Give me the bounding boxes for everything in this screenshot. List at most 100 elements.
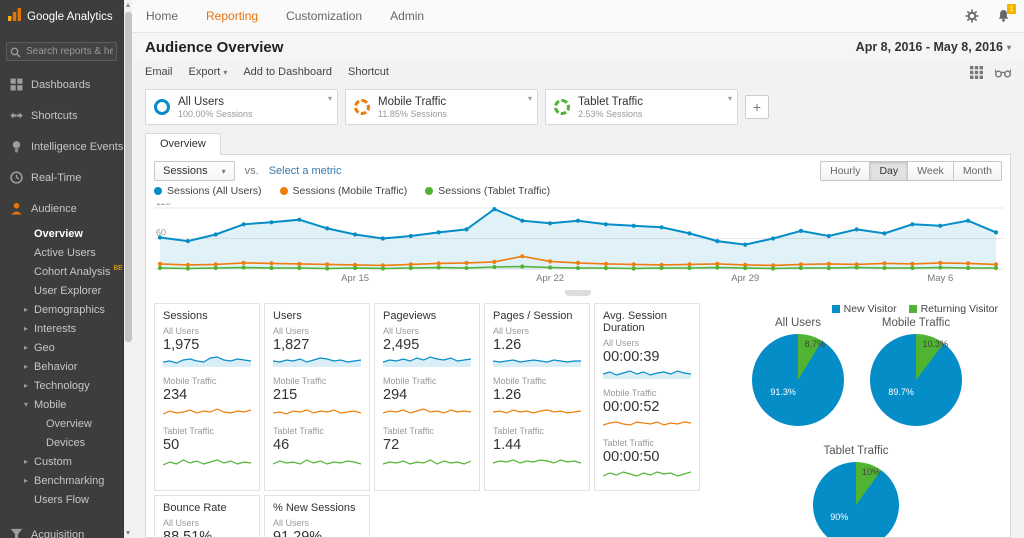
scrollbar-down-arrow-icon[interactable] — [124, 528, 133, 538]
sidebar-item-technology[interactable]: ▸ Technology — [0, 376, 123, 395]
metric-title[interactable]: Pageviews — [383, 310, 471, 322]
sidebar-item-custom[interactable]: ▸ Custom — [0, 452, 123, 471]
granularity-week[interactable]: Week — [907, 161, 954, 181]
scrollbar-thumb[interactable] — [125, 12, 132, 342]
sidebar-item-audience[interactable]: Audience — [0, 193, 123, 224]
date-range-selector[interactable]: Apr 8, 2016 - May 8, 2016 ▾ — [856, 40, 1011, 54]
sidebar-item-benchmarking[interactable]: ▸ Benchmarking — [0, 471, 123, 490]
segment-label: All Users — [163, 518, 200, 528]
sidebar-item-overview[interactable]: Overview — [0, 414, 123, 433]
segment-card-all-users[interactable]: All Users 100.00% Sessions ▾ — [145, 89, 338, 125]
legend-label: Sessions (Mobile Traffic) — [292, 185, 408, 197]
sidebar-item-mobile[interactable]: ▾ Mobile — [0, 395, 123, 414]
chart-resize-handle[interactable] — [565, 290, 591, 296]
granularity-month[interactable]: Month — [952, 161, 1002, 181]
pie-legend-label: New Visitor — [843, 303, 897, 315]
nav-customization[interactable]: Customization — [286, 9, 362, 23]
chevron-down-icon[interactable]: ▾ — [728, 94, 732, 103]
metric-title[interactable]: Sessions — [163, 310, 251, 322]
segment-card-tablet-traffic[interactable]: Tablet Traffic 2.53% Sessions ▾ — [545, 89, 738, 125]
nav-home[interactable]: Home — [146, 9, 178, 23]
segment-text: Tablet Traffic 2.53% Sessions — [578, 96, 643, 119]
report-action-bar: Email Export ▾ Add to Dashboard Shortcut — [132, 61, 1024, 83]
sidebar-item-label: Dashboards — [31, 78, 91, 91]
metric-title[interactable]: Bounce Rate — [163, 502, 251, 514]
settings-gear-icon[interactable] — [965, 9, 979, 23]
metric-segment-mobile-traffic: Mobile Traffic 234 — [162, 376, 252, 422]
metric-card-pages-session: Pages / Session All Users 1.26 Mobile Traff… — [484, 303, 590, 491]
sidebar-item-users-flow[interactable]: Users Flow — [0, 490, 123, 509]
sidebar-scrollbar[interactable] — [123, 0, 132, 538]
chevron-down-icon[interactable]: ▾ — [328, 94, 332, 103]
sidebar-nav: Dashboards Shortcuts Intelligence Events Re… — [0, 65, 123, 538]
segment-label: All Users — [603, 338, 640, 348]
pie-all-users: All Users 8.7% 91.3% — [738, 317, 858, 426]
visitor-pie-chart[interactable]: 8.7% 91.3% — [752, 334, 844, 426]
pie-title: All Users — [774, 317, 821, 329]
select-a-metric-link[interactable]: Select a metric — [269, 165, 342, 177]
chart-divider — [146, 290, 1010, 299]
metric-value: 72 — [383, 437, 400, 453]
sidebar-item-geo[interactable]: ▸ Geo — [0, 338, 123, 357]
metric-title[interactable]: Pages / Session — [493, 310, 581, 322]
segment-label: All Users — [273, 326, 310, 336]
sidebar-item-label: Behavior — [34, 360, 78, 373]
metric-title[interactable]: Avg. Session Duration — [603, 310, 691, 334]
chart-controls: Sessions ▾ vs. Select a metric Hourly Day… — [146, 155, 1010, 185]
sidebar-item-demographics[interactable]: ▸ Demographics — [0, 300, 123, 319]
visitor-pie-chart[interactable]: 10.3% 89.7% — [870, 334, 962, 426]
segment-card-mobile-traffic[interactable]: Mobile Traffic 11.85% Sessions ▾ — [345, 89, 538, 125]
sidebar-item-overview[interactable]: Overview — [0, 224, 123, 243]
visitor-pie-chart[interactable]: 10% 90% — [813, 462, 899, 537]
legend-dot-icon — [425, 187, 434, 195]
sidebar-item-acquisition[interactable]: Acquisition — [0, 519, 123, 538]
add-segment-button[interactable]: + — [745, 95, 769, 119]
sidebar-item-dashboards[interactable]: Dashboards — [0, 69, 123, 100]
sidebar-item-shortcuts[interactable]: Shortcuts — [0, 100, 123, 131]
sidebar-item-label: Interests — [34, 322, 77, 335]
segment-label: Tablet Traffic — [273, 426, 324, 436]
acquisition-icon — [10, 528, 23, 538]
sidebar-item-active-users[interactable]: Active Users — [0, 243, 123, 262]
granularity-hourly[interactable]: Hourly — [820, 161, 871, 181]
tab-overview[interactable]: Overview — [145, 133, 221, 155]
sidebar-item-real-time[interactable]: Real-Time — [0, 162, 123, 193]
nav-admin[interactable]: Admin — [390, 9, 424, 23]
metric-select[interactable]: Sessions ▾ — [154, 161, 235, 181]
sessions-timeseries-chart[interactable]: 60120Apr 15Apr 22Apr 29May 6 — [154, 197, 1004, 285]
sidebar-item-interests[interactable]: ▸ Interests — [0, 319, 123, 338]
sidebar-item-intelligence-events[interactable]: Intelligence Events — [0, 131, 123, 162]
segment-label: All Users — [163, 326, 200, 336]
metric-segment-mobile-traffic: Mobile Traffic 1.26 — [492, 376, 582, 422]
scrollbar-up-arrow-icon[interactable] — [124, 0, 133, 10]
notifications-bell-icon[interactable]: 1 — [997, 4, 1016, 23]
export-button[interactable]: Export ▾ — [189, 66, 228, 78]
google-analytics-logo[interactable]: Google Analytics — [0, 0, 123, 33]
report-grid-icon[interactable] — [970, 65, 983, 79]
granularity-day[interactable]: Day — [869, 161, 909, 181]
metric-card-pageviews: Pageviews All Users 2,495 Mobile Traffic 294… — [374, 303, 480, 491]
email-button[interactable]: Email — [145, 66, 173, 78]
sparkline-chart — [162, 356, 252, 367]
insights-glasses-icon[interactable] — [995, 67, 1011, 78]
shortcut-button[interactable]: Shortcut — [348, 66, 389, 78]
add-to-dashboard-button[interactable]: Add to Dashboard — [243, 66, 332, 78]
nav-reporting[interactable]: Reporting — [206, 9, 258, 23]
returning-pct-label: 10.3% — [922, 339, 948, 349]
metric-card-avg-session-duration: Avg. Session Duration All Users 00:00:39 Mo… — [594, 303, 700, 491]
metric-segment-tablet-traffic: Tablet Traffic 00:00:50 — [602, 438, 692, 484]
metric-title[interactable]: % New Sessions — [273, 502, 361, 514]
sidebar-item-user-explorer[interactable]: User Explorer — [0, 281, 123, 300]
sidebar-item-devices[interactable]: Devices — [0, 433, 123, 452]
metric-segment-all-users: All Users 88.51% — [163, 518, 251, 537]
metric-title[interactable]: Users — [273, 310, 361, 322]
metric-segment-tablet-traffic: Tablet Traffic 1.44 — [492, 426, 582, 472]
chevron-down-icon: ▾ — [221, 166, 226, 176]
search-input[interactable] — [6, 42, 117, 61]
sidebar-item-cohort-analysis[interactable]: Cohort AnalysisBETA — [0, 262, 123, 281]
sidebar-item-behavior[interactable]: ▸ Behavior — [0, 357, 123, 376]
analytics-logo-icon — [7, 7, 22, 27]
chevron-down-icon[interactable]: ▾ — [528, 94, 532, 103]
sidebar-item-label: Acquisition — [31, 528, 85, 538]
topnav-right: 1 — [965, 4, 1016, 23]
